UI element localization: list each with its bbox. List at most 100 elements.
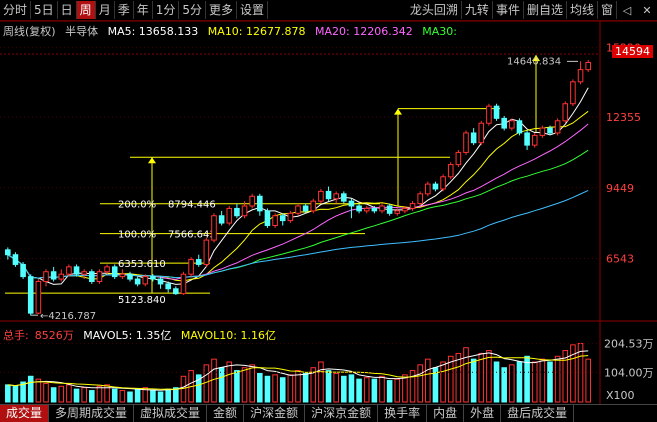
candle-body — [386, 205, 393, 214]
candle-body — [272, 215, 278, 226]
volume-bar — [27, 375, 34, 403]
ma5-line — [7, 87, 589, 285]
candle-body — [173, 288, 179, 295]
candle-body — [333, 193, 339, 200]
candle-body — [585, 61, 591, 71]
candle-body — [20, 263, 26, 278]
candle-body — [89, 271, 95, 282]
volume-bar — [447, 355, 454, 403]
indicator-tabs: 成交量 多周期成交量 虚拟成交量 金额 沪深金额 沪深京金额 换手率 内盘 外盘 盘后成交量 — [0, 404, 657, 422]
volume-bar — [165, 388, 171, 403]
volume-bar — [440, 361, 446, 403]
indicator-tab[interactable]: 盘后成交量 — [501, 405, 575, 422]
volume-bar — [302, 372, 309, 403]
fib-arrow-head — [148, 157, 156, 164]
volume-bar — [524, 355, 530, 403]
indicator-tab[interactable]: 金额 — [207, 405, 245, 422]
volume-bar — [272, 374, 278, 403]
candle-body — [58, 273, 65, 280]
candle-body — [188, 259, 194, 275]
indicator-tab[interactable]: 多周期成交量 — [49, 405, 135, 422]
volume-bar — [386, 380, 393, 403]
candle-body — [35, 280, 42, 314]
indicator-tab[interactable]: 内盘 — [427, 405, 465, 422]
volume-unit-label: X100 — [606, 389, 635, 402]
indicator-tab[interactable]: 沪深京金额 — [305, 405, 379, 422]
candle-body — [371, 207, 378, 212]
volume-bar — [585, 358, 591, 403]
candle-body — [134, 278, 141, 285]
volume-bar — [96, 385, 103, 403]
volume-bar — [58, 385, 65, 403]
indicator-tab[interactable]: 虚拟成交量 — [134, 405, 208, 422]
candlestick-chart[interactable]: 152201235594496543200.0%8794.446100.0%75… — [0, 0, 657, 421]
candle-body — [493, 105, 500, 119]
volume-bar — [455, 352, 462, 403]
candle-body — [127, 273, 133, 280]
candle-body — [264, 210, 271, 226]
candle-body — [356, 205, 362, 212]
candle-body — [279, 215, 286, 222]
indicator-tab[interactable]: 外盘 — [464, 405, 502, 422]
volume-bar — [363, 377, 370, 403]
volume-bar — [241, 367, 248, 403]
candle-body — [249, 195, 255, 207]
candle-body — [478, 122, 485, 144]
candle-body — [539, 127, 546, 136]
volume-bar — [516, 361, 523, 403]
volume-bar — [425, 358, 431, 403]
volume-bar — [134, 388, 141, 403]
candle-body — [310, 200, 317, 212]
fib-100-value: 7566.643 — [168, 230, 216, 241]
volume-bar — [12, 385, 19, 403]
mavol5-value: MAVOL5: 1.35亿 — [83, 329, 172, 342]
volume-bar — [180, 375, 187, 403]
candle-body — [27, 276, 34, 314]
candle-body — [577, 69, 584, 83]
candle-body — [50, 271, 57, 280]
indicator-tab[interactable]: 成交量 — [0, 405, 50, 422]
candle-body — [363, 207, 370, 212]
candle-body — [119, 273, 126, 278]
candle-body — [440, 176, 446, 190]
candle-body — [394, 210, 401, 214]
volume-bar — [539, 358, 546, 403]
fib-mid-value: 6353.610 — [118, 259, 166, 270]
volume-bar — [111, 388, 118, 403]
fib-200-value: 8794.446 — [168, 200, 216, 211]
indicator-tab[interactable]: 沪深金额 — [244, 405, 306, 422]
volume-bar — [66, 384, 72, 403]
volume-bar — [287, 374, 294, 403]
candle-body — [150, 276, 156, 280]
volume-tick-label: 104.00万 — [604, 366, 654, 379]
volume-bar — [333, 372, 339, 403]
candle-body — [547, 127, 553, 134]
candle-body — [516, 120, 523, 134]
volume-bar — [417, 364, 423, 403]
volume-bar — [402, 374, 408, 403]
volume-bar — [501, 367, 507, 403]
volume-bar — [226, 361, 233, 403]
indicator-tab[interactable]: 换手率 — [378, 405, 428, 422]
candle-body — [287, 212, 294, 222]
volume-bar — [531, 361, 538, 403]
price-tick-label: 6543 — [606, 253, 634, 266]
candle-body — [180, 273, 187, 295]
candle-body — [5, 249, 11, 256]
mavol10-value: MAVOL10: 1.16亿 — [180, 329, 276, 342]
candle-body — [509, 120, 515, 129]
candle-body — [226, 207, 233, 224]
candle-body — [379, 205, 385, 212]
candle-body — [203, 239, 210, 265]
volume-bar — [348, 374, 355, 403]
candle-body — [348, 200, 355, 207]
volume-bar — [234, 370, 240, 403]
volume-bar — [493, 361, 500, 403]
candle-body — [211, 215, 217, 241]
candle-body — [455, 151, 462, 166]
candle-body — [417, 193, 423, 205]
volume-bar — [371, 378, 378, 403]
candle-body — [409, 203, 416, 209]
candle-body — [524, 132, 530, 146]
candle-body — [218, 215, 225, 224]
